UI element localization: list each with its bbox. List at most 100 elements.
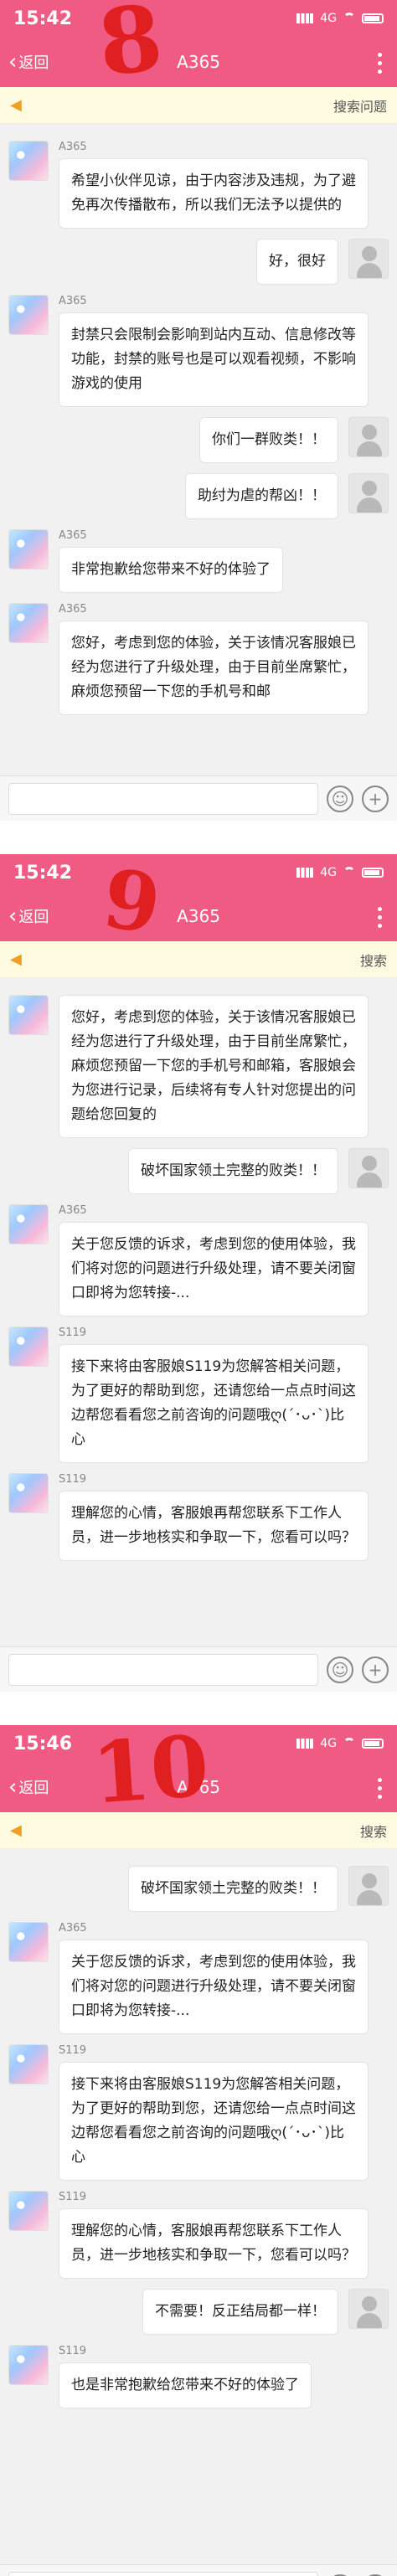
message-row: 破坏国家领土完整的败类！！ xyxy=(0,1148,397,1194)
chat-list: A365 希望小伙伴见谅，由于内容涉及违规，为了避免再次传播散布，所以我们无法予以… xyxy=(0,124,397,715)
sender-name: A365 xyxy=(59,1922,87,1935)
search-problem-link[interactable]: 搜索 xyxy=(360,1821,387,1841)
battery-icon xyxy=(362,868,384,878)
agent-avatar[interactable] xyxy=(8,295,49,335)
message-input[interactable] xyxy=(8,2571,318,2576)
user-avatar[interactable] xyxy=(348,1148,389,1188)
status-icons: 4G xyxy=(296,866,384,879)
more-icon[interactable] xyxy=(378,907,382,928)
input-bar: ☺+ xyxy=(0,2564,397,2576)
user-avatar[interactable] xyxy=(348,239,389,279)
status-bar: 15:46 4G xyxy=(0,1725,397,1762)
agent-avatar[interactable] xyxy=(8,1922,49,1962)
network-label: 4G xyxy=(320,12,337,25)
screenshot-panel: 15:42 4G ‹ 返回 A365 ◀ 搜索问题 A365 希望小伙伴见谅，由于内容涉及违规，… xyxy=(0,0,397,821)
message-row: S119 理解您的心情，客服娘再帮您联系下工作人员，进一步地核实和争取一下，您看可… xyxy=(0,1473,397,1561)
signal-icon xyxy=(296,868,314,878)
message-row: 您好，考虑到您的体验，关于该情况客服娘已经为您进行了升级处理，由于目前坐席繁忙，… xyxy=(0,995,397,1138)
message-row: 助纣为虐的帮凶！！ xyxy=(0,473,397,519)
battery-icon xyxy=(362,1739,384,1749)
message-row: 好，很好 xyxy=(0,239,397,285)
message-bubble: 您好，考虑到您的体验，关于该情况客服娘已经为您进行了升级处理，由于目前坐席繁忙，… xyxy=(59,621,369,715)
signal-icon xyxy=(296,1739,314,1749)
sender-name: S119 xyxy=(59,2345,87,2357)
more-dot xyxy=(378,915,382,920)
back-button[interactable]: ‹ 返回 xyxy=(8,1775,49,1800)
message-row: S119 接下来将由客服娘S119为您解答相关问题，为了更好的帮助到您，还请您给一… xyxy=(0,2044,397,2181)
user-avatar[interactable] xyxy=(348,473,389,513)
sender-name: A365 xyxy=(59,141,87,153)
message-input[interactable] xyxy=(8,1653,318,1686)
chevron-left-icon: ‹ xyxy=(8,1775,18,1800)
agent-avatar[interactable] xyxy=(8,1473,49,1513)
speaker-icon: ◀ xyxy=(10,1821,22,1839)
agent-avatar[interactable] xyxy=(8,603,49,643)
message-body: S119 理解您的心情，客服娘再帮您联系下工作人员，进一步地核实和争取一下，您看可… xyxy=(59,2191,369,2279)
message-body: S119 接下来将由客服娘S119为您解答相关问题，为了更好的帮助到您，还请您给一… xyxy=(59,1327,369,1463)
plus-icon[interactable]: + xyxy=(362,785,389,812)
agent-avatar[interactable] xyxy=(8,141,49,181)
speaker-icon: ◀ xyxy=(10,951,22,968)
user-avatar[interactable] xyxy=(348,417,389,457)
message-row: S119 也是非常抱歉给您带来不好的体验了 xyxy=(0,2345,397,2409)
message-body: A365 非常抱歉给您带来不好的体验了 xyxy=(59,529,283,593)
search-problem-link[interactable]: 搜索 xyxy=(360,950,387,970)
message-body: S119 接下来将由客服娘S119为您解答相关问题，为了更好的帮助到您，还请您给一… xyxy=(59,2044,369,2181)
search-problem-link[interactable]: 搜索问题 xyxy=(333,95,387,116)
more-icon[interactable] xyxy=(378,1778,382,1799)
signal-icon xyxy=(296,13,314,23)
sender-name: S119 xyxy=(59,1473,87,1486)
message-row: A365 希望小伙伴见谅，由于内容涉及违规，为了避免再次传播散布，所以我们无法予以… xyxy=(0,141,397,229)
emoji-icon[interactable]: ☺ xyxy=(327,1656,353,1683)
agent-avatar[interactable] xyxy=(8,2044,49,2084)
agent-avatar[interactable] xyxy=(8,1327,49,1367)
message-bubble: 理解您的心情，客服娘再帮您联系下工作人员，进一步地核实和争取一下，您看可以吗？ xyxy=(59,2208,369,2279)
message-bubble: 也是非常抱歉给您带来不好的体验了 xyxy=(59,2362,312,2409)
emoji-icon[interactable]: ☺ xyxy=(327,785,353,812)
message-row: A365 您好，考虑到您的体验，关于该情况客服娘已经为您进行了升级处理，由于目前坐… xyxy=(0,603,397,715)
message-bubble: 破坏国家领土完整的败类！！ xyxy=(128,1148,338,1194)
status-bar: 15:42 4G xyxy=(0,854,397,891)
message-row: A365 关于您反馈的诉求，考虑到您的使用体验，我们将对您的问题进行升级处理，请不… xyxy=(0,1204,397,1316)
screenshot-collage: 15:42 4G ‹ 返回 A365 ◀ 搜索问题 A365 希望小伙伴见谅，由于内容涉及违规，… xyxy=(0,0,397,2576)
message-bubble: 破坏国家领土完整的败类！！ xyxy=(128,1866,338,1912)
message-input[interactable] xyxy=(8,782,318,815)
agent-avatar[interactable] xyxy=(8,529,49,569)
nav-bar: ‹ 返回 A365 xyxy=(0,37,397,87)
wifi-icon xyxy=(343,867,355,878)
status-bar: 15:42 4G xyxy=(0,0,397,37)
input-bar: ☺+ xyxy=(0,1646,397,1692)
message-body: A365 封禁只会限制会影响到站内互动、信息修改等功能，封禁的账号也是可以观看视频… xyxy=(59,295,369,407)
agent-avatar[interactable] xyxy=(8,1204,49,1244)
more-dot xyxy=(378,70,382,74)
nav-title: A365 xyxy=(177,1777,220,1797)
user-avatar[interactable] xyxy=(348,1866,389,1906)
message-bubble: 非常抱歉给您带来不好的体验了 xyxy=(59,547,283,593)
back-button[interactable]: ‹ 返回 xyxy=(8,49,49,75)
agent-avatar[interactable] xyxy=(8,2191,49,2231)
message-row: 破坏国家领土完整的败类！！ xyxy=(0,1866,397,1912)
more-icon[interactable] xyxy=(378,53,382,74)
message-bubble: 关于您反馈的诉求，考虑到您的使用体验，我们将对您的问题进行升级处理，请不要关闭窗… xyxy=(59,1940,369,2034)
nav-bar: ‹ 返回 A365 xyxy=(0,891,397,941)
message-bubble: 你们一群败类！！ xyxy=(199,417,338,463)
message-body: S119 也是非常抱歉给您带来不好的体验了 xyxy=(59,2345,312,2409)
agent-avatar[interactable] xyxy=(8,995,49,1035)
message-bubble: 接下来将由客服娘S119为您解答相关问题，为了更好的帮助到您，还请您给一点点时间… xyxy=(59,2062,369,2181)
more-dot xyxy=(378,1795,382,1799)
sender-name: S119 xyxy=(59,2044,87,2057)
message-row: A365 封禁只会限制会影响到站内互动、信息修改等功能，封禁的账号也是可以观看视频… xyxy=(0,295,397,407)
message-row: S119 接下来将由客服娘S119为您解答相关问题，为了更好的帮助到您，还请您给一… xyxy=(0,1327,397,1463)
back-button[interactable]: ‹ 返回 xyxy=(8,904,49,929)
agent-avatar[interactable] xyxy=(8,2345,49,2385)
message-bubble: 关于您反馈的诉求，考虑到您的使用体验，我们将对您的问题进行升级处理，请不要关闭窗… xyxy=(59,1222,369,1316)
notice-bar: ◀ 搜索 xyxy=(0,1812,397,1849)
message-body: 您好，考虑到您的体验，关于该情况客服娘已经为您进行了升级处理，由于目前坐席繁忙，… xyxy=(59,995,369,1138)
more-dot xyxy=(378,924,382,928)
wifi-icon xyxy=(343,1738,355,1749)
speaker-icon: ◀ xyxy=(10,96,22,114)
network-label: 4G xyxy=(320,866,337,879)
back-label: 返回 xyxy=(18,909,49,926)
plus-icon[interactable]: + xyxy=(362,1656,389,1683)
user-avatar[interactable] xyxy=(348,2289,389,2329)
